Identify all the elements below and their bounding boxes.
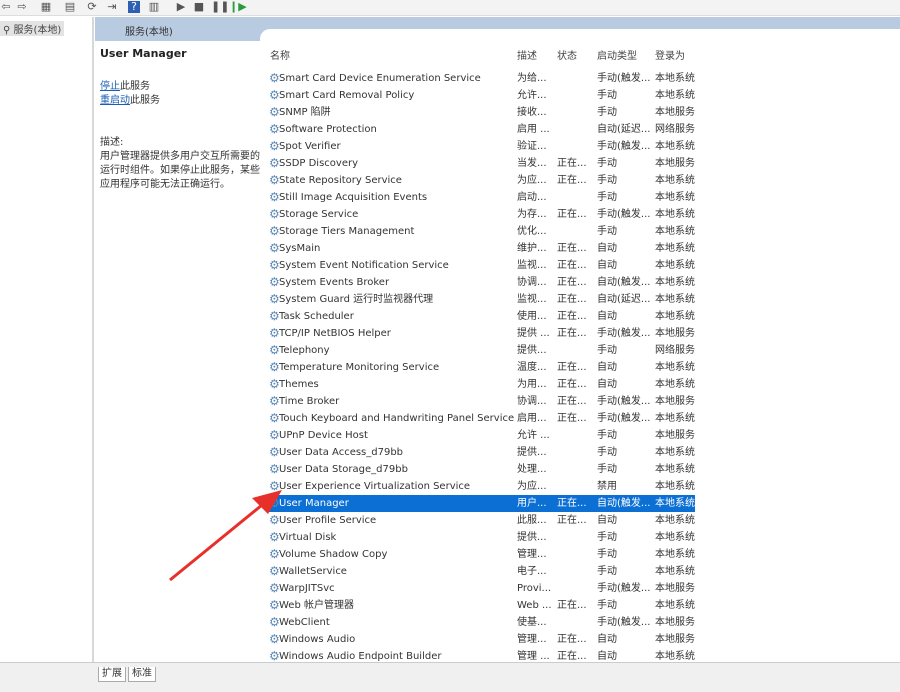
annotation-arrow (169, 490, 282, 582)
